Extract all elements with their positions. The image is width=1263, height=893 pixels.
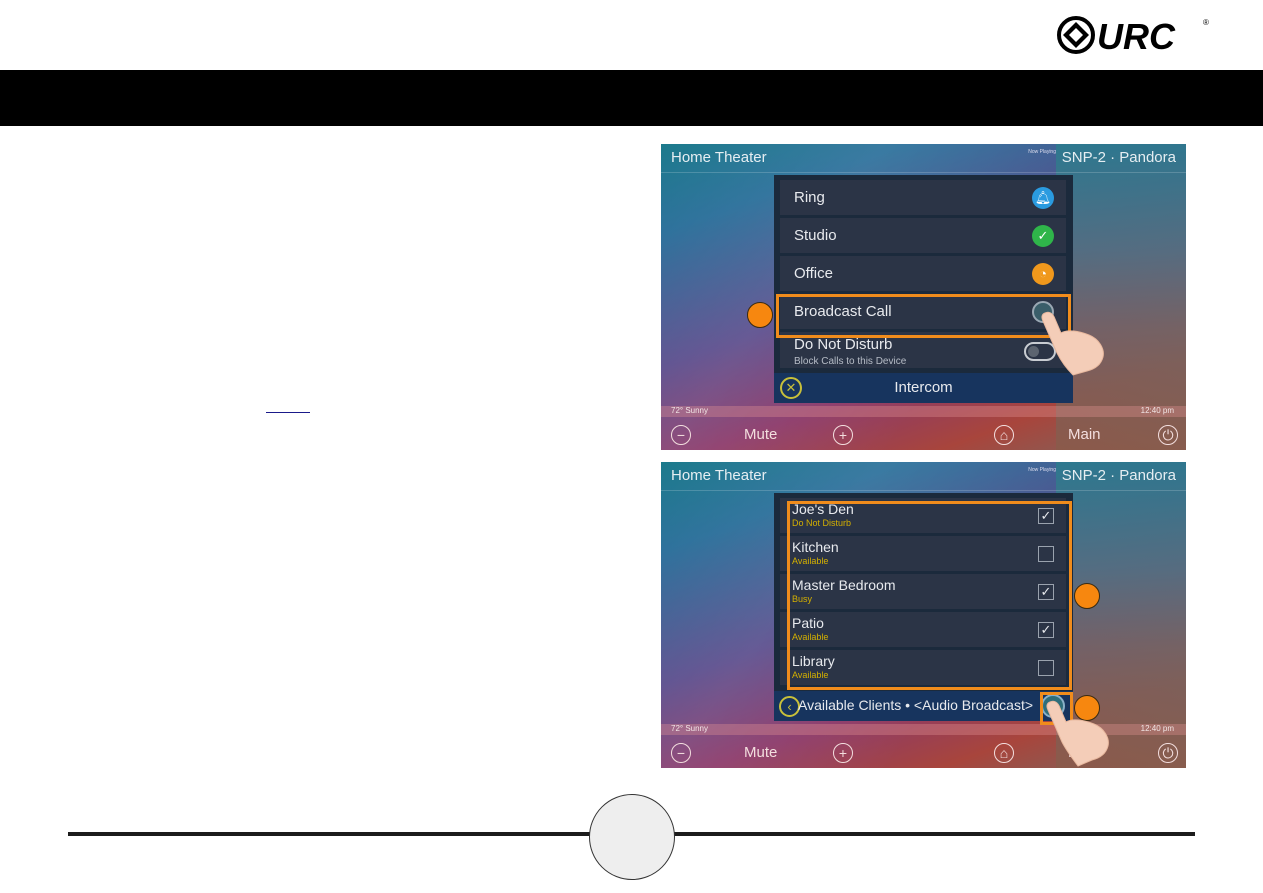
- registered-mark: ®: [1203, 18, 1209, 27]
- toggle-knob: [1028, 346, 1039, 357]
- tray-icon[interactable]: ⌂: [994, 425, 1014, 445]
- pointing-hand-icon: [1041, 311, 1104, 376]
- step-callout: [1074, 583, 1100, 609]
- power-icon[interactable]: ⏻: [1158, 743, 1178, 763]
- weather-label: 72° Sunny: [671, 724, 709, 733]
- panel-footer: Intercom ✕: [774, 373, 1073, 403]
- weather-label: 72° Sunny: [671, 406, 709, 415]
- room-title: Home Theater: [671, 149, 767, 166]
- volume-down-button[interactable]: −: [671, 425, 691, 445]
- now-playing-label: Now Playing: [1028, 467, 1056, 473]
- menu-item-studio[interactable]: Studio ✓: [780, 218, 1066, 253]
- bell-icon: 🔔︎: [1032, 187, 1054, 209]
- now-playing-label: Now Playing: [1028, 149, 1056, 155]
- hyperlink-underline[interactable]: [266, 412, 310, 413]
- header-divider: [661, 490, 1186, 491]
- panel-footer: ‹ Available Clients • <Audio Broadcast>: [774, 691, 1073, 721]
- tray-icon[interactable]: ⌂: [994, 743, 1014, 763]
- clock-icon: ◔: [1032, 263, 1054, 285]
- checkmark-icon: ✓: [1032, 225, 1054, 247]
- volume-bar: − Mute + ⌂ Main ⏻: [661, 419, 1186, 450]
- dnd-sublabel: Block Calls to this Device: [794, 356, 907, 367]
- logo-text: URC: [1097, 16, 1176, 55]
- back-icon[interactable]: ‹: [779, 696, 800, 717]
- status-bar: 72° Sunny 12:40 pm: [661, 406, 1186, 417]
- section-header-bar: [0, 70, 1263, 126]
- volume-up-button[interactable]: +: [833, 425, 853, 445]
- intercom-menu-screenshot: Home Theater Now Playing SNP-2 · Pandora…: [661, 144, 1186, 450]
- time-label: 12:40 pm: [1140, 724, 1174, 733]
- main-button[interactable]: Main: [1068, 426, 1101, 443]
- power-icon[interactable]: ⏻: [1158, 425, 1178, 445]
- close-icon[interactable]: ✕: [780, 377, 802, 399]
- mute-button[interactable]: Mute: [744, 426, 777, 443]
- menu-item-office[interactable]: Office ◔: [780, 256, 1066, 291]
- panel-title: Available Clients • <Audio Broadcast>: [798, 697, 1034, 713]
- clients-highlight-box: [787, 501, 1072, 690]
- room-title: Home Theater: [671, 467, 767, 484]
- header-divider: [661, 172, 1186, 173]
- highlight-box: [776, 294, 1071, 338]
- volume-down-button[interactable]: −: [671, 743, 691, 763]
- urc-logo: URC ®: [1057, 16, 1209, 55]
- page-number-badge: [589, 794, 675, 880]
- step-callout: [747, 302, 773, 328]
- pointing-hand-icon: [1046, 700, 1109, 767]
- menu-item-ring[interactable]: Ring 🔔︎: [780, 180, 1066, 215]
- volume-up-button[interactable]: +: [833, 743, 853, 763]
- time-label: 12:40 pm: [1140, 406, 1174, 415]
- source-label[interactable]: SNP-2 · Pandora: [1062, 467, 1176, 484]
- intercom-panel: Ring 🔔︎ Studio ✓ Office ◔ Broadcast Call…: [774, 175, 1073, 403]
- mute-button[interactable]: Mute: [744, 744, 777, 761]
- source-label[interactable]: SNP-2 · Pandora: [1062, 149, 1176, 166]
- available-clients-screenshot: Home Theater Now Playing SNP-2 · Pandora…: [661, 462, 1186, 768]
- panel-title: Intercom: [894, 379, 953, 396]
